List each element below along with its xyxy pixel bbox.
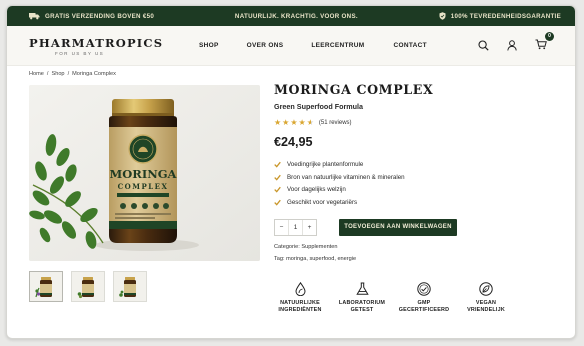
thumbnail-list xyxy=(29,271,147,302)
cart-button[interactable]: 0 xyxy=(535,31,554,55)
jar-thumbnail-icon xyxy=(35,276,52,297)
category-link[interactable]: Supplementen xyxy=(301,244,337,250)
badge-vegan: VEGAN VRIENDELIJK xyxy=(455,282,517,313)
product-category: Categorie: Supplementen xyxy=(274,244,564,250)
product-subtitle: Green Superfood Formula xyxy=(274,102,364,111)
badge-line: VRIENDELIJK xyxy=(467,306,505,313)
check-icon xyxy=(274,161,281,168)
badge-line: GMP xyxy=(417,300,431,306)
feature-list: Voedingrijke plantenformule Bron van nat… xyxy=(274,158,564,209)
page-frame: GRATIS VERZENDING BOVEN €50 NATUURLIJK. … xyxy=(6,5,576,339)
badge-line: LABORATORIUM xyxy=(338,300,386,306)
badge-line: GETEST xyxy=(350,306,374,313)
product-title: MORINGA COMPLEX xyxy=(274,82,434,97)
cart-count-badge: 0 xyxy=(545,31,554,41)
product-main-image[interactable]: MORINGA COMPLEX xyxy=(29,85,260,261)
product-photo: MORINGA COMPLEX xyxy=(29,85,260,261)
star-icon: ★ xyxy=(290,118,298,127)
feature-item: Bron van natuurlijke vitaminen & mineral… xyxy=(274,171,564,184)
star-icon: ★ xyxy=(298,118,306,127)
jar-thumbnail-icon xyxy=(77,276,94,298)
search-icon[interactable] xyxy=(478,40,489,51)
shield-icon xyxy=(439,12,446,20)
badge-natural: NATUURLIJKE INGREDIËNTEN xyxy=(269,282,331,313)
badge-lab-tested: LABORATORIUM GETEST xyxy=(331,282,393,313)
check-icon xyxy=(274,187,281,193)
promo-shipping-text: GRATIS VERZENDING BOVEN €50 xyxy=(45,12,155,20)
product-price: €24,95 xyxy=(274,135,313,149)
truck-icon xyxy=(29,13,40,20)
tags-list[interactable]: moringa, superfood, energie xyxy=(286,256,356,262)
quantity-stepper: − 1 + xyxy=(274,218,317,236)
badge-line: NATUURLIJKE xyxy=(280,300,320,306)
nav-shop[interactable]: SHOP xyxy=(199,42,219,49)
logo-tagline: FOR US BY US xyxy=(55,50,105,56)
nav-contact[interactable]: CONTACT xyxy=(393,42,426,49)
add-to-cart-button[interactable]: TOEVOEGEN AAN WINKELWAGEN xyxy=(339,218,457,236)
trust-badges: NATUURLIJKE INGREDIËNTEN LABORATORIUM GETE… xyxy=(269,282,517,313)
tags-label: Tag: xyxy=(274,255,285,262)
breadcrumb-home[interactable]: Home xyxy=(29,71,44,77)
promo-bar: GRATIS VERZENDING BOVEN €50 NATUURLIJK. … xyxy=(7,6,575,26)
supplement-jar: MORINGA COMPLEX xyxy=(109,99,178,243)
qty-decrease-button[interactable]: − xyxy=(275,224,288,231)
header-icons: 0 xyxy=(478,31,554,55)
category-label: Categorie: xyxy=(274,243,300,250)
star-icon: ★ xyxy=(274,118,282,127)
badge-gmp: GMP GECERTIFICEERD xyxy=(393,282,455,313)
nav-over-ons[interactable]: OVER ONS xyxy=(247,42,284,49)
breadcrumb: Home / Shop / Moringa Complex xyxy=(29,71,116,77)
site-header: PHARMATROPICS FOR US BY US SHOP OVER ONS… xyxy=(7,26,575,66)
flask-icon xyxy=(355,282,369,295)
qty-increase-button[interactable]: + xyxy=(303,224,316,231)
product-info: MORINGA COMPLEX Green Superfood Formula … xyxy=(274,82,564,262)
cart-icon xyxy=(535,39,547,49)
nav-leercentrum[interactable]: LEERCENTRUM xyxy=(311,42,364,49)
badge-line: VEGAN xyxy=(475,300,497,306)
gmp-seal-icon xyxy=(417,282,431,296)
badge-line: GECERTIFICEERD xyxy=(398,306,450,313)
promo-shipping: GRATIS VERZENDING BOVEN €50 xyxy=(29,12,154,20)
check-icon xyxy=(274,174,281,181)
star-icon: ★ xyxy=(282,118,290,127)
check-icon xyxy=(274,199,281,206)
review-count[interactable]: (51 reviews) xyxy=(319,120,352,126)
product-tags: Tag: moringa, superfood, energie xyxy=(274,256,564,262)
thumbnail-2[interactable] xyxy=(71,271,105,302)
feature-item: Voor dagelijks welzijn xyxy=(274,183,564,196)
vegan-leaf-icon xyxy=(479,282,493,296)
logo-text: PHARMATROPICS xyxy=(29,35,164,50)
badge-line: INGREDIËNTEN xyxy=(278,306,322,313)
product-rating[interactable]: ★ ★ ★ ★ ★ (51 reviews) xyxy=(274,119,564,127)
breadcrumb-separator: / xyxy=(67,71,70,77)
feature-text: Bron van natuurlijke vitaminen & mineral… xyxy=(287,173,405,181)
feature-item: Voedingrijke plantenformule xyxy=(274,158,564,171)
jar-name-text: COMPLEX xyxy=(118,182,169,191)
buy-row: − 1 + TOEVOEGEN AAN WINKELWAGEN xyxy=(274,218,564,236)
promo-slogan: NATUURLIJK. KRACHTIG. VOOR ONS. xyxy=(235,13,358,20)
star-half-icon: ★ xyxy=(306,118,314,127)
promo-guarantee-text: 100% TEVREDENHEIDSGARANTIE xyxy=(450,12,561,20)
breadcrumb-current: Moringa Complex xyxy=(72,71,116,77)
promo-guarantee: 100% TEVREDENHEIDSGARANTIE xyxy=(439,12,561,20)
jar-thumbnail-icon xyxy=(119,276,136,297)
breadcrumb-separator: / xyxy=(46,71,49,77)
thumbnail-3[interactable] xyxy=(113,271,147,302)
main-nav: SHOP OVER ONS LEERCENTRUM CONTACT xyxy=(199,42,427,49)
logo[interactable]: PHARMATROPICS FOR US BY US xyxy=(29,35,164,56)
feature-text: Geschikt voor vegetariërs xyxy=(287,198,358,206)
thumbnail-1[interactable] xyxy=(29,271,63,302)
feature-item: Geschikt voor vegetariërs xyxy=(274,196,564,209)
breadcrumb-shop[interactable]: Shop xyxy=(51,71,64,77)
drop-leaf-icon xyxy=(294,282,306,296)
qty-input[interactable]: 1 xyxy=(288,219,303,235)
user-icon[interactable] xyxy=(507,40,517,51)
promo-slogan-text: NATUURLIJK. KRACHTIG. VOOR ONS. xyxy=(234,12,358,20)
feature-text: Voor dagelijks welzijn xyxy=(287,186,346,194)
jar-brand-text: MORINGA xyxy=(110,167,178,181)
feature-text: Voedingrijke plantenformule xyxy=(287,160,364,168)
